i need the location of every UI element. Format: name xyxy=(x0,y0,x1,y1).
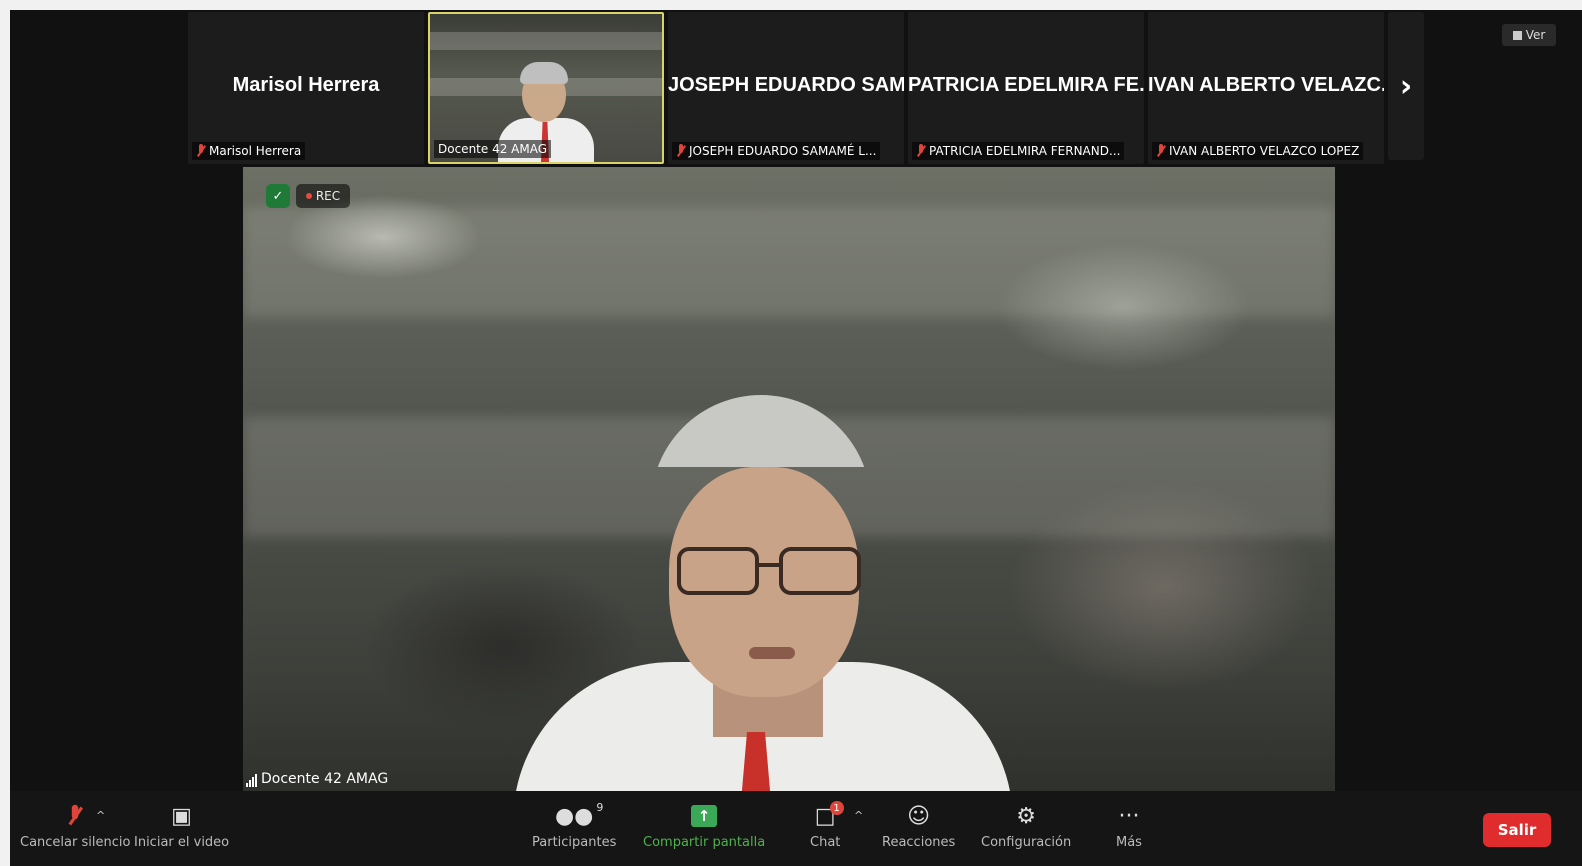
grid-view-icon xyxy=(1512,30,1522,40)
chat-button[interactable]: □ 1 Chat xyxy=(810,801,844,850)
participant-tile-docente[interactable]: Docente 42 AMAG xyxy=(428,12,664,164)
participant-display-name: PATRICIA EDELMIRA FE... xyxy=(908,74,1144,96)
video-background-books xyxy=(243,207,1335,317)
signal-strength-icon xyxy=(246,774,257,787)
shield-check-icon[interactable]: ✓ xyxy=(266,184,290,208)
participant-display-name: Marisol Herrera xyxy=(232,74,380,96)
reactions-button[interactable]: ☺ Reacciones xyxy=(882,801,956,851)
participant-tile-joseph[interactable]: JOSEPH EDUARDO SAM... JOSEPH EDUARDO SAM… xyxy=(668,12,904,164)
outer-frame-left xyxy=(0,0,10,866)
recording-indicator[interactable]: REC xyxy=(296,184,350,208)
mic-muted-icon xyxy=(916,144,926,158)
leave-button[interactable]: Salir xyxy=(1483,813,1551,847)
mute-button[interactable]: Cancelar silencio xyxy=(20,801,130,850)
speaker-glasses xyxy=(677,547,861,607)
participant-display-name: IVAN ALBERTO VELAZC... xyxy=(1148,74,1384,96)
chat-options-caret-icon[interactable]: ^ xyxy=(854,809,863,822)
reactions-icon: ☺ xyxy=(907,803,931,829)
share-screen-icon: ↑ xyxy=(691,801,718,831)
chevron-right-icon: › xyxy=(1399,68,1413,104)
speaker-name-text: Docente 42 AMAG xyxy=(261,771,389,787)
participants-label: Participantes xyxy=(532,835,617,850)
participants-button[interactable]: ●● 9 Participantes xyxy=(532,801,616,850)
reactions-label: Reacciones xyxy=(882,835,956,850)
participant-label: JOSEPH EDUARDO SAMAMÉ L... xyxy=(672,142,881,160)
outer-frame-top xyxy=(0,0,1582,10)
zoom-meeting-window: Marisol Herrera Marisol Herrera Docente … xyxy=(10,10,1582,866)
participant-label: IVAN ALBERTO VELAZCO LOPEZ xyxy=(1152,142,1364,160)
start-video-label: Iniciar el video xyxy=(134,835,230,850)
participants-icon: ●● 9 xyxy=(554,801,604,829)
mic-muted-icon xyxy=(70,801,80,831)
mic-muted-icon xyxy=(1156,144,1166,158)
video-off-icon: ▣ xyxy=(171,803,192,829)
mute-label: Cancelar silencio xyxy=(20,835,131,850)
speaker-mouth xyxy=(749,647,795,659)
participant-strip: Marisol Herrera Marisol Herrera Docente … xyxy=(188,12,1424,166)
participant-label-text: JOSEPH EDUARDO SAMAMÉ L... xyxy=(689,144,877,158)
next-participants-button[interactable]: › xyxy=(1388,12,1424,160)
more-label: Más xyxy=(1116,835,1142,850)
participant-tile-ivan[interactable]: IVAN ALBERTO VELAZC... IVAN ALBERTO VELA… xyxy=(1148,12,1384,164)
record-dot-icon xyxy=(305,193,312,199)
video-person-hair xyxy=(520,62,568,84)
participant-tile-marisol[interactable]: Marisol Herrera Marisol Herrera xyxy=(188,12,424,164)
start-video-button[interactable]: ▣ Iniciar el video xyxy=(134,801,230,851)
participant-label-text: IVAN ALBERTO VELAZCO LOPEZ xyxy=(1169,144,1360,158)
audio-options-caret-icon[interactable]: ^ xyxy=(96,809,105,822)
chat-icon: □ 1 xyxy=(815,801,844,831)
mic-muted-icon xyxy=(196,144,206,158)
participant-label-text: PATRICIA EDELMIRA FERNAND... xyxy=(929,144,1121,158)
participants-count: 9 xyxy=(596,801,604,814)
participant-label: Marisol Herrera xyxy=(192,142,306,160)
settings-button[interactable]: ⚙ Configuración xyxy=(981,801,1072,851)
chat-badge: 1 xyxy=(829,801,844,815)
view-button-label: Ver xyxy=(1525,28,1546,42)
participant-label: Docente 42 AMAG xyxy=(434,140,552,158)
active-speaker-video[interactable]: ✓ REC Docente 42 AMAG xyxy=(243,167,1335,791)
participant-display-name: JOSEPH EDUARDO SAM... xyxy=(668,74,904,96)
speaker-name-label: Docente 42 AMAG xyxy=(246,771,388,787)
chat-label: Chat xyxy=(810,835,841,850)
mic-muted-icon xyxy=(676,144,686,158)
share-screen-label: Compartir pantalla xyxy=(643,835,766,850)
more-icon: ··· xyxy=(1118,803,1140,829)
participant-label: PATRICIA EDELMIRA FERNAND... xyxy=(912,142,1125,160)
share-screen-button[interactable]: ↑ Compartir pantalla xyxy=(643,801,765,850)
recording-label: REC xyxy=(315,189,341,203)
participant-label-text: Marisol Herrera xyxy=(209,144,302,158)
participant-tile-patricia[interactable]: PATRICIA EDELMIRA FE... PATRICIA EDELMIR… xyxy=(908,12,1144,164)
settings-label: Configuración xyxy=(981,835,1072,850)
video-background-shelf xyxy=(430,32,662,50)
more-button[interactable]: ··· Más xyxy=(1116,801,1142,851)
participant-label-text: Docente 42 AMAG xyxy=(438,142,548,156)
gear-icon: ⚙ xyxy=(1016,803,1036,829)
view-button[interactable]: Ver xyxy=(1502,24,1556,46)
meeting-toolbar: Cancelar silencio ^ ▣ Iniciar el video ●… xyxy=(10,791,1582,866)
